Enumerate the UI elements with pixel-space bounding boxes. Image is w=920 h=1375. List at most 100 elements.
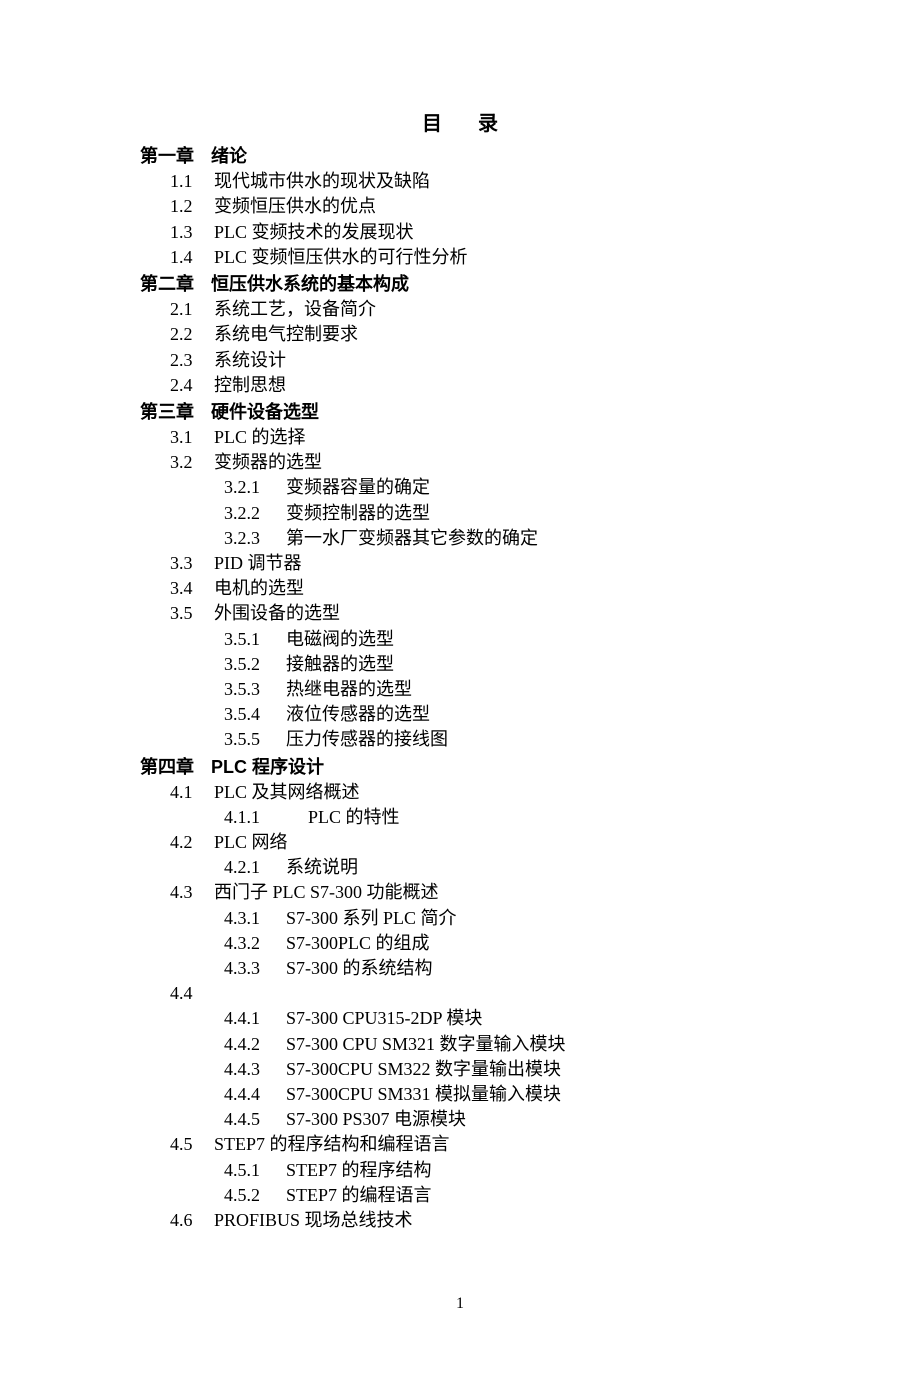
subsection-number: 4.3.2 [224,931,280,956]
chapter-name: 硬件设备选型 [211,402,319,422]
subsection-number: 4.1.1 [224,805,280,830]
toc-section: 3.4 电机的选型 [140,576,780,601]
subsection-text: S7-300CPU SM331 模拟量输入模块 [286,1084,561,1104]
subsection-text: 变频控制器的选型 [286,503,430,523]
section-text: 电机的选型 [214,578,304,598]
subsection-text: S7-300 PS307 电源模块 [286,1109,466,1129]
section-text: 系统电气控制要求 [214,324,358,344]
subsection-text: S7-300 的系统结构 [286,958,433,978]
subsection-number: 4.4.2 [224,1032,280,1057]
toc-section: 2.2 系统电气控制要求 [140,322,780,347]
toc-section: 2.1系统工艺，设备简介 [140,297,780,322]
section-text: 现代城市供水的现状及缺陷 [214,171,430,191]
toc-title: 目录 [140,110,780,138]
toc-section: 2.3系统设计 [140,348,780,373]
section-number: 2.1 [170,297,208,322]
subsection-text: 系统说明 [286,857,358,877]
subsection-text: 接触器的选型 [286,654,394,674]
subsection-text: STEP7 的编程语言 [286,1185,432,1205]
subsection-number: 4.4.4 [224,1082,280,1107]
subsection-text: 第一水厂变频器其它参数的确定 [286,528,538,548]
chapter-label: 第二章 [140,272,194,297]
subsection-text: S7-300 系列 PLC 简介 [286,908,457,928]
section-number: 1.1 [170,169,208,194]
subsection-number: 3.2.1 [224,475,280,500]
section-text: 变频恒压供水的优点 [214,196,376,216]
section-number: 4.1 [170,780,208,805]
section-text: STEP7 的程序结构和编程语言 [214,1134,450,1154]
subsection-number: 3.5.1 [224,627,280,652]
subsection-number: 4.5.1 [224,1158,280,1183]
toc-section: 4.2PLC 网络 [140,830,780,855]
section-number: 3.2 [170,450,208,475]
document-page: 目录 第一章 绪论 1.1现代城市供水的现状及缺陷 1.2变频恒压供水的优点 1… [0,0,920,1375]
section-number: 3.1 [170,425,208,450]
section-text: PLC 变频恒压供水的可行性分析 [214,247,468,267]
toc-subsection: 4.1.1PLC 的特性 [140,805,780,830]
section-text: 控制思想 [214,375,286,395]
subsection-number: 4.4.1 [224,1006,280,1031]
toc-subsection: 4.4.5 S7-300 PS307 电源模块 [140,1107,780,1132]
subsection-text: 压力传感器的接线图 [286,729,448,749]
section-number: 3.4 [170,576,208,601]
section-text: PID 调节器 [214,553,302,573]
subsection-text: 变频器容量的确定 [286,477,430,497]
section-number: 4.3 [170,880,208,905]
chapter-heading: 第四章 PLC 程序设计 [140,755,780,780]
subsection-number: 3.2.3 [224,526,280,551]
toc-subsection: 3.2.2 变频控制器的选型 [140,501,780,526]
section-number: 1.4 [170,245,208,270]
chapter-label: 第一章 [140,144,194,169]
section-text: PLC 网络 [214,832,288,852]
toc-section: 1.1 现代城市供水的现状及缺陷 [140,169,780,194]
toc-subsection: 4.4.2 S7-300 CPU SM321 数字量输入模块 [140,1032,780,1057]
toc-section: 4.4 [140,981,780,1006]
section-number: 1.2 [170,194,208,219]
section-text: PLC 变频技术的发展现状 [214,222,414,242]
toc-subsection: 4.4.1 S7-300 CPU315-2DP 模块 [140,1006,780,1031]
subsection-text: S7-300 CPU SM321 数字量输入模块 [286,1034,566,1054]
toc-section: 2.4 控制思想 [140,373,780,398]
toc-subsection: 3.5.4 液位传感器的选型 [140,702,780,727]
toc-subsection: 3.5.5 压力传感器的接线图 [140,727,780,752]
section-number: 2.2 [170,322,208,347]
toc-subsection: 3.5.3热继电器的选型 [140,677,780,702]
toc-section: 3.5外围设备的选型 [140,601,780,626]
subsection-text: S7-300 CPU315-2DP 模块 [286,1008,482,1028]
toc-subsection: 4.3.3S7-300 的系统结构 [140,956,780,981]
toc-subsection: 4.4.3S7-300CPU SM322 数字量输出模块 [140,1057,780,1082]
subsection-number: 3.5.4 [224,702,280,727]
toc-section: 3.3 PID 调节器 [140,551,780,576]
chapter-label: 第三章 [140,400,194,425]
toc-section: 4.5 STEP7 的程序结构和编程语言 [140,1132,780,1157]
section-text: 西门子 PLC S7-300 功能概述 [214,882,439,902]
section-text: PLC 及其网络概述 [214,782,360,802]
toc-section: 4.1 PLC 及其网络概述 [140,780,780,805]
section-number: 4.5 [170,1132,208,1157]
section-text: PLC 的选择 [214,427,306,447]
subsection-number: 4.4.3 [224,1057,280,1082]
section-number: 4.6 [170,1208,208,1233]
subsection-text: STEP7 的程序结构 [286,1160,432,1180]
subsection-text: 液位传感器的选型 [286,704,430,724]
section-text: 变频器的选型 [214,452,322,472]
chapter-label: 第四章 [140,755,194,780]
toc-section: 4.6PROFIBUS 现场总线技术 [140,1208,780,1233]
chapter-heading: 第三章 硬件设备选型 [140,400,780,425]
chapter-name: PLC 程序设计 [211,757,324,777]
subsection-text: 热继电器的选型 [286,679,412,699]
toc-section: 1.2 变频恒压供水的优点 [140,194,780,219]
toc-section: 1.4 PLC 变频恒压供水的可行性分析 [140,245,780,270]
section-number: 3.3 [170,551,208,576]
page-number: 1 [140,1293,780,1315]
subsection-text: S7-300PLC 的组成 [286,933,430,953]
section-number: 2.3 [170,348,208,373]
subsection-number: 3.2.2 [224,501,280,526]
subsection-number: 4.4.5 [224,1107,280,1132]
section-number: 2.4 [170,373,208,398]
subsection-number: 3.5.5 [224,727,280,752]
toc-subsection: 4.4.4 S7-300CPU SM331 模拟量输入模块 [140,1082,780,1107]
subsection-number: 4.3.1 [224,906,280,931]
toc-subsection: 4.3.2 S7-300PLC 的组成 [140,931,780,956]
toc-section: 1.3PLC 变频技术的发展现状 [140,220,780,245]
